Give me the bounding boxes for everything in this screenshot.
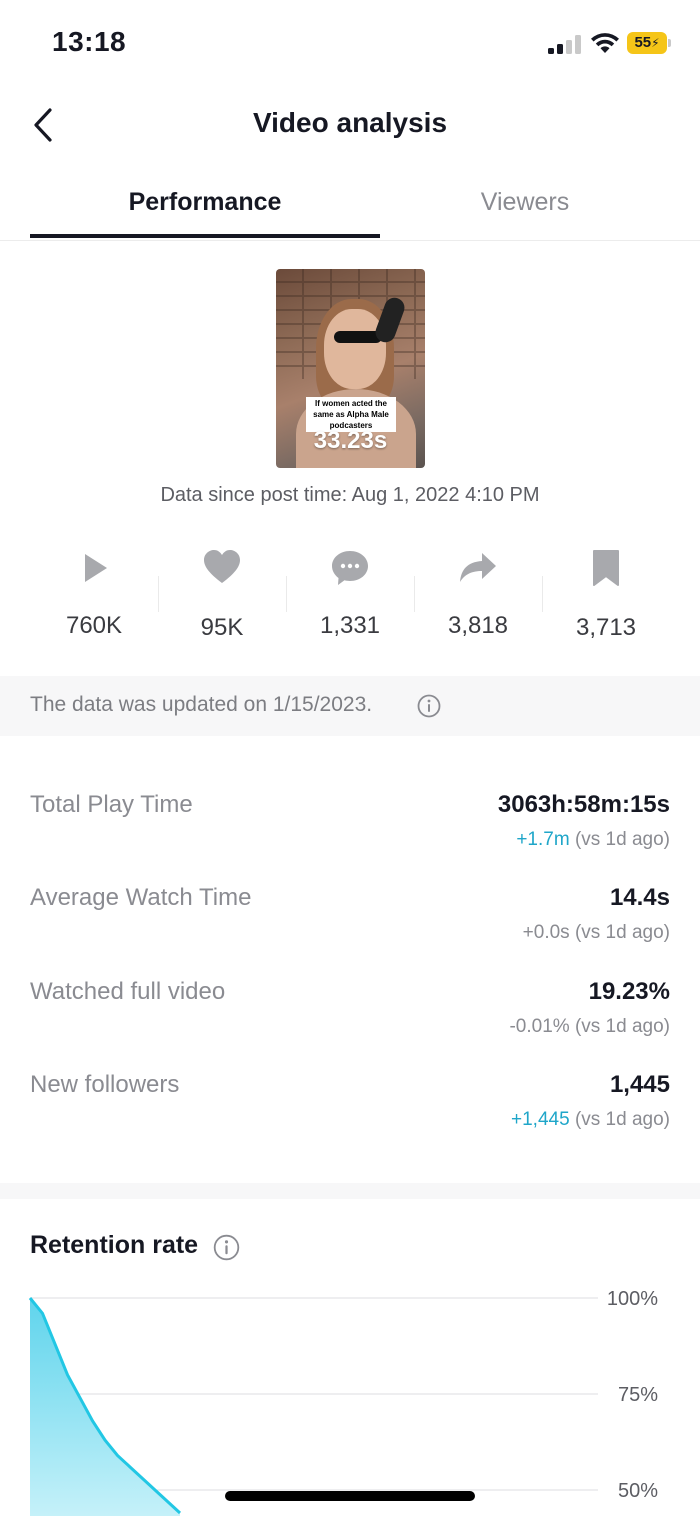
metric-delta: +1,445 (vs 1d ago) [511,1109,670,1130]
metric-value: 14.4s [609,884,670,911]
video-duration: 33.23s [313,427,388,454]
stat-saves-value: 3,713 [575,614,637,641]
tab-viewers[interactable]: Viewers [350,170,700,240]
page-title: Video analysis [252,107,448,138]
active-tab-indicator [30,234,380,238]
cellular-signal-icon [548,34,582,54]
section-divider [0,1183,700,1199]
stat-shares: 3,818 [414,540,542,650]
y-tick-label: 50% [618,1480,658,1502]
engagement-stats: 760K 95K 1,331 3,818 3,713 [30,540,670,650]
retention-area [30,1298,180,1516]
metric-label: Average Watch Time [30,884,252,911]
stat-likes-value: 95K [200,614,244,641]
stat-likes: 95K [158,540,286,650]
tab-bar: Performance Viewers [0,170,700,241]
metric-watched-full-video: Watched full video 19.23% -0.01% (vs 1d … [30,978,670,1068]
metric-new-followers: New followers 1,445 +1,445 (vs 1d ago) [30,1071,670,1161]
status-bar: 13:18 55⚡ [0,0,700,86]
wifi-icon [591,33,619,53]
metric-label: New followers [30,1071,180,1098]
y-tick-label: 75% [618,1384,658,1406]
comment-icon [332,551,368,585]
data-since-text: Data since post time: Aug 1, 2022 4:10 P… [160,484,540,506]
metric-delta: +0.0s (vs 1d ago) [522,922,670,943]
stat-views: 760K [30,540,158,650]
battery-icon: 55⚡ [627,32,671,54]
metric-value: 19.23% [588,978,670,1005]
y-tick-label: 100% [607,1288,658,1310]
metric-value: 3063h:58m:15s [497,791,670,818]
video-thumbnail[interactable]: If women acted the same as Alpha Male po… [276,269,425,468]
metric-value: 1,445 [609,1071,670,1098]
metric-delta: +1.7m (vs 1d ago) [516,829,670,850]
tab-performance[interactable]: Performance [30,170,380,240]
nav-header: Video analysis [0,86,700,166]
metric-delta: -0.01% (vs 1d ago) [509,1016,670,1037]
heart-icon [204,550,240,583]
info-icon[interactable] [213,1234,240,1261]
share-icon [460,553,496,582]
info-icon[interactable] [417,694,441,718]
stat-comments: 1,331 [286,540,414,650]
stat-comments-value: 1,331 [319,612,381,639]
metric-average-watch-time: Average Watch Time 14.4s +0.0s (vs 1d ag… [30,884,670,974]
stat-saves: 3,713 [542,540,670,650]
stat-views-value: 760K [65,612,123,639]
retention-title: Retention rate [30,1231,199,1259]
battery-level: 55 [634,34,652,51]
play-icon [85,554,107,582]
retention-chart: 100% 75% 50% [28,1288,658,1516]
metric-label: Watched full video [30,978,226,1005]
data-update-banner: The data was updated on 1/15/2023. [0,676,700,736]
status-time: 13:18 [52,26,127,57]
bookmark-icon [593,550,619,586]
metric-total-play-time: Total Play Time 3063h:58m:15s +1.7m (vs … [30,791,670,881]
home-indicator[interactable] [225,1491,475,1501]
update-notice-text: The data was updated on 1/15/2023. [30,693,373,716]
stat-shares-value: 3,818 [447,612,509,639]
metric-label: Total Play Time [30,791,193,818]
